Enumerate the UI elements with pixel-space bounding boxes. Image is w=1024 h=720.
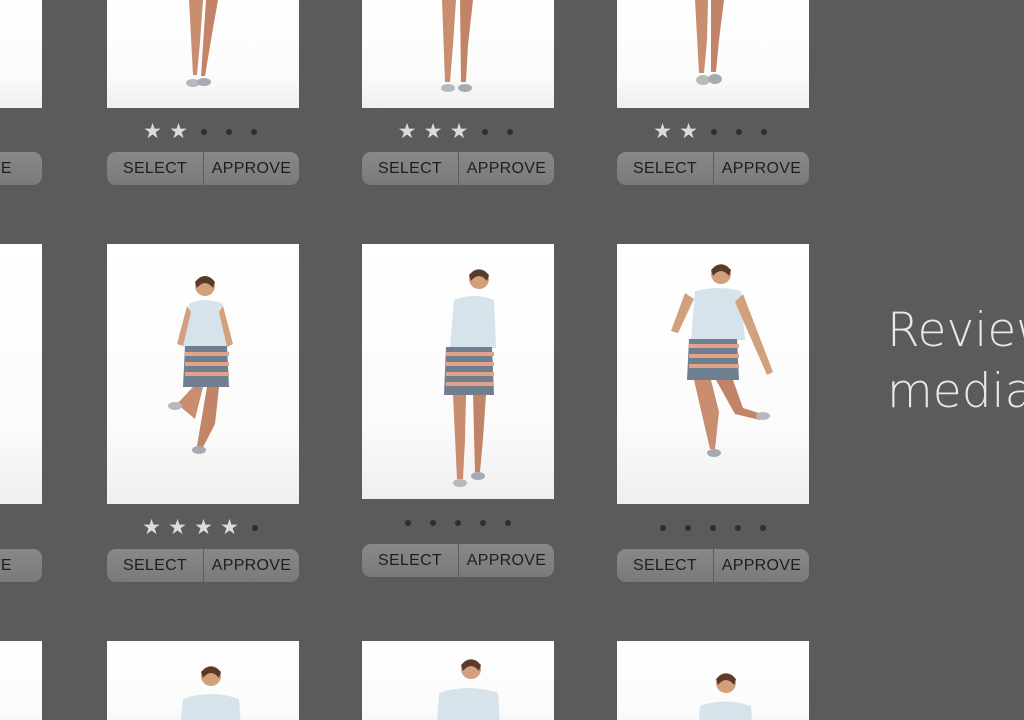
approve-button[interactable]: APPROVE [459,544,554,577]
photo-thumbnail[interactable] [107,0,299,108]
model-jumping-photo [168,276,233,454]
partial-photo-thumbnail[interactable] [0,244,42,504]
filled-star-icon[interactable]: ★ [652,121,674,143]
filled-star-icon[interactable]: ★ [167,517,189,539]
empty-rating-dot-icon[interactable] [398,512,419,534]
model-legs-photo [441,0,473,92]
star-rating[interactable] [617,517,809,539]
select-button[interactable]: SELECT [617,549,714,582]
empty-rating-dot-icon[interactable] [653,517,674,539]
star-rating[interactable]: ★ ★ ★ ★ [107,517,299,539]
filled-star-icon[interactable]: ★ [193,517,215,539]
button-group: SELECT APPROVE [107,152,299,185]
partial-photo-thumbnail[interactable] [0,0,42,108]
select-button[interactable]: SELECT [107,549,204,582]
empty-rating-dot-icon[interactable] [448,512,469,534]
model-legs-photo [695,0,724,85]
partial-button-group: SELECT OVE [0,152,42,185]
select-button[interactable]: SELECT [362,544,459,577]
filled-star-icon[interactable]: ★ [142,121,164,143]
empty-rating-dot-icon[interactable] [704,121,725,143]
empty-rating-dot-icon[interactable] [703,517,724,539]
empty-rating-dot-icon[interactable] [473,512,494,534]
partial-approve-button[interactable]: OVE [0,152,42,185]
approve-button[interactable]: APPROVE [714,549,809,582]
star-rating[interactable]: ★ ★ [107,121,299,143]
button-group: SELECT APPROVE [617,152,809,185]
empty-rating-dot-icon[interactable] [753,517,774,539]
filled-star-icon[interactable]: ★ [141,517,163,539]
empty-rating-dot-icon[interactable] [754,121,775,143]
filled-star-icon[interactable]: ★ [168,121,190,143]
empty-rating-dot-icon[interactable] [474,121,495,143]
empty-rating-dot-icon[interactable] [678,517,699,539]
review-media-headline: Review media [887,300,1024,422]
photo-thumbnail[interactable] [617,641,809,720]
partial-photo-thumbnail[interactable] [0,641,42,720]
filled-star-icon[interactable]: ★ [422,121,444,143]
approve-button[interactable]: APPROVE [204,549,299,582]
partial-approve-button[interactable]: OVE [0,549,42,582]
empty-rating-dot-icon[interactable] [219,121,240,143]
empty-rating-dot-icon[interactable] [498,512,519,534]
filled-star-icon[interactable]: ★ [448,121,470,143]
photo-thumbnail[interactable] [362,641,554,720]
model-portrait-photo [699,673,752,720]
star-rating[interactable]: ★ ★ [617,121,809,143]
empty-rating-dot-icon[interactable] [728,517,749,539]
button-group: SELECT APPROVE [362,152,554,185]
empty-rating-dot-icon[interactable] [423,512,444,534]
model-portrait-photo [181,666,241,720]
media-review-board: SELECT OVE SELECT OVE ★★ SELECT APPROVE … [0,0,1024,720]
filled-star-icon[interactable]: ★ [219,517,241,539]
photo-thumbnail[interactable] [107,641,299,720]
select-button[interactable]: SELECT [362,152,459,185]
headline-line-2: media [887,364,1024,419]
approve-button[interactable]: APPROVE [459,152,554,185]
photo-thumbnail[interactable] [617,0,809,108]
photo-thumbnail[interactable] [362,0,554,108]
photo-thumbnail[interactable] [617,244,809,504]
empty-rating-dot-icon[interactable] [245,517,266,539]
button-group: SELECT APPROVE [362,544,554,577]
star-rating[interactable] [362,512,554,534]
model-portrait-photo [437,659,500,720]
model-jumping-photo [671,264,773,457]
select-button[interactable]: SELECT [107,152,204,185]
photo-thumbnail[interactable] [107,244,299,504]
headline-line-1: Review [887,303,1024,358]
empty-rating-dot-icon[interactable] [499,121,520,143]
model-standing-photo [444,269,496,487]
partial-button-group: SELECT OVE [0,549,42,582]
star-rating[interactable]: ★ ★ ★ [362,121,554,143]
model-legs-photo [186,0,218,87]
filled-star-icon[interactable]: ★ [396,121,418,143]
approve-button[interactable]: APPROVE [204,152,299,185]
button-group: SELECT APPROVE [107,549,299,582]
empty-rating-dot-icon[interactable] [194,121,215,143]
empty-rating-dot-icon[interactable] [244,121,265,143]
photo-thumbnail[interactable] [362,244,554,499]
approve-button[interactable]: APPROVE [714,152,809,185]
select-button[interactable]: SELECT [617,152,714,185]
filled-star-icon[interactable]: ★ [678,121,700,143]
empty-rating-dot-icon[interactable] [729,121,750,143]
button-group: SELECT APPROVE [617,549,809,582]
